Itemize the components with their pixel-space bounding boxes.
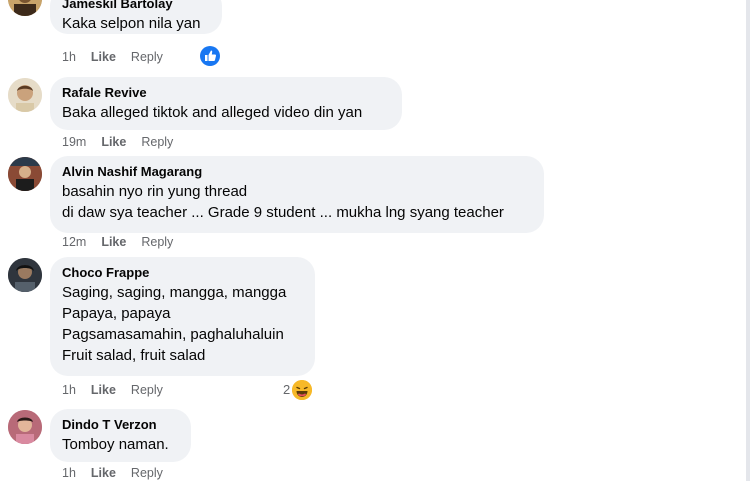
reply-button[interactable]: Reply xyxy=(131,382,163,398)
avatar[interactable] xyxy=(8,78,42,112)
like-button[interactable]: Like xyxy=(91,49,116,65)
reply-button[interactable]: Reply xyxy=(141,134,173,150)
comment-text: Baka alleged tiktok and alleged video di… xyxy=(62,104,363,121)
comment-actions: 1h Like Reply xyxy=(62,382,178,398)
comment-time[interactable]: 1h xyxy=(62,465,76,481)
comment-author[interactable]: Choco Frappe xyxy=(62,264,303,282)
comment-text-line: basahin nyo rin yung thread xyxy=(62,183,248,200)
comment-text-line: Saging, saging, mangga, mangga xyxy=(62,284,287,301)
like-button[interactable]: Like xyxy=(91,465,116,481)
comment-text-line: di daw sya teacher ... Grade 9 student .… xyxy=(62,204,504,221)
comment-actions: 1h Like Reply xyxy=(62,465,178,481)
comment-author[interactable]: Alvin Nashif Magarang xyxy=(62,163,532,181)
like-button[interactable]: Like xyxy=(101,234,126,250)
comment-text-line: Papaya, papaya xyxy=(62,305,171,322)
comment-author[interactable]: Dindo T Verzon xyxy=(62,416,179,434)
comment-time[interactable]: 19m xyxy=(62,134,86,150)
comment-text-line: Fruit salad, fruit salad xyxy=(62,347,206,364)
like-button[interactable]: Like xyxy=(101,134,126,150)
reply-button[interactable]: Reply xyxy=(131,49,163,65)
avatar[interactable] xyxy=(8,157,42,191)
avatar[interactable] xyxy=(8,410,42,444)
avatar[interactable] xyxy=(8,258,42,292)
reaction-count[interactable]: 2 xyxy=(283,382,290,397)
comment-time[interactable]: 12m xyxy=(62,234,86,250)
comment-time[interactable]: 1h xyxy=(62,49,76,65)
comment-author[interactable]: Jameskil Bartolay xyxy=(62,0,210,13)
comment-bubble: Choco Frappe Saging, saging, mangga, man… xyxy=(50,257,315,376)
reply-button[interactable]: Reply xyxy=(141,234,173,250)
scroll-edge xyxy=(746,0,750,481)
comment-time[interactable]: 1h xyxy=(62,382,76,398)
comment-actions: 1h Like Reply xyxy=(62,49,178,65)
comment-actions: 19m Like Reply xyxy=(62,134,188,150)
comment-bubble: Rafale Revive Baka alleged tiktok and al… xyxy=(50,77,402,130)
like-icon[interactable] xyxy=(200,46,220,66)
comment-bubble: Alvin Nashif Magarang basahin nyo rin yu… xyxy=(50,156,544,233)
comment-bubble: Jameskil Bartolay Kaka selpon nila yan xyxy=(50,0,222,34)
comment-actions: 12m Like Reply xyxy=(62,234,188,250)
comment-text: Kaka selpon nila yan xyxy=(62,15,201,32)
reply-button[interactable]: Reply xyxy=(131,465,163,481)
comment-text-line: Pagsamasamahin, paghaluhaluin xyxy=(62,326,284,343)
comment-author[interactable]: Rafale Revive xyxy=(62,84,390,102)
avatar[interactable] xyxy=(8,0,42,16)
comment-text: Tomboy naman. xyxy=(62,436,169,453)
haha-icon[interactable] xyxy=(292,380,312,400)
like-button[interactable]: Like xyxy=(91,382,116,398)
comment-bubble: Dindo T Verzon Tomboy naman. xyxy=(50,409,191,462)
